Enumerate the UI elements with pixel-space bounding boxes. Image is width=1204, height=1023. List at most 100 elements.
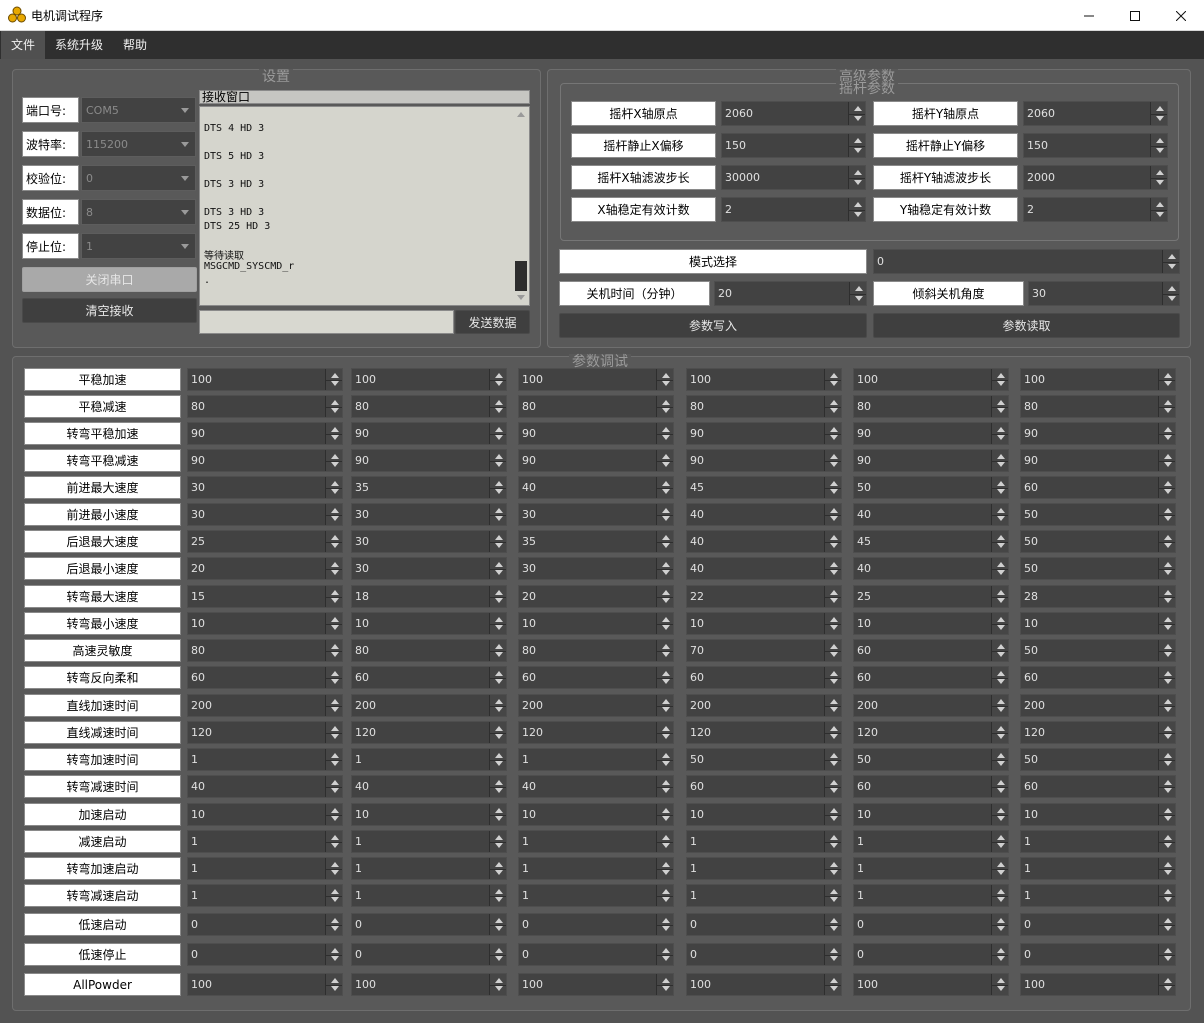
tuning-param-spinbox[interactable]: 90	[351, 422, 507, 445]
spin-up-icon[interactable]	[1156, 202, 1164, 207]
spin-down-icon[interactable]	[830, 381, 838, 386]
tuning-param-spinbox[interactable]: 1	[351, 884, 507, 907]
spin-down-icon[interactable]	[495, 516, 503, 521]
scroll-up-icon[interactable]	[517, 112, 525, 117]
tuning-param-spinbox[interactable]: 80	[686, 395, 842, 418]
tuning-param-spinbox[interactable]: 60	[686, 666, 842, 689]
spin-down-icon[interactable]	[830, 870, 838, 875]
spin-up-icon[interactable]	[495, 726, 503, 731]
tuning-param-spinbox[interactable]: 10	[518, 803, 674, 826]
spin-up-icon[interactable]	[830, 808, 838, 813]
tuning-param-spinbox[interactable]: 100	[187, 973, 343, 996]
tuning-param-spinbox[interactable]: 1	[1020, 830, 1176, 853]
spin-up-icon[interactable]	[830, 373, 838, 378]
tuning-param-spinbox[interactable]: 40	[686, 557, 842, 580]
tuning-param-spinbox[interactable]: 10	[351, 612, 507, 635]
tuning-param-spinbox[interactable]: 10	[1020, 803, 1176, 826]
spin-down-icon[interactable]	[830, 570, 838, 575]
tuning-param-spinbox[interactable]: 10	[187, 612, 343, 635]
tuning-param-spinbox[interactable]: 50	[1020, 503, 1176, 526]
spin-up-icon[interactable]	[662, 918, 670, 923]
spin-up-icon[interactable]	[854, 170, 862, 175]
spin-down-icon[interactable]	[830, 986, 838, 991]
tuning-param-spinbox[interactable]: 1	[351, 748, 507, 771]
spin-up-icon[interactable]	[830, 835, 838, 840]
spin-up-icon[interactable]	[1164, 481, 1172, 486]
tuning-param-spinbox[interactable]: 100	[187, 368, 343, 391]
tuning-param-spinbox[interactable]: 100	[518, 368, 674, 391]
spin-up-icon[interactable]	[662, 978, 670, 983]
tuning-param-spinbox[interactable]: 120	[853, 721, 1009, 744]
close-port-button[interactable]: 关闭串口	[22, 267, 197, 292]
spin-down-icon[interactable]	[662, 870, 670, 875]
spin-up-icon[interactable]	[1164, 427, 1172, 432]
spin-up-icon[interactable]	[495, 508, 503, 513]
tuning-param-spinbox[interactable]: 60	[187, 666, 343, 689]
spin-down-icon[interactable]	[830, 788, 838, 793]
spin-down-icon[interactable]	[1164, 986, 1172, 991]
tuning-param-spinbox[interactable]: 120	[518, 721, 674, 744]
spin-down-icon[interactable]	[1164, 598, 1172, 603]
tuning-param-spinbox[interactable]: 100	[686, 368, 842, 391]
spin-up-icon[interactable]	[1164, 780, 1172, 785]
spin-down-icon[interactable]	[830, 598, 838, 603]
spin-down-icon[interactable]	[495, 926, 503, 931]
tuning-param-spinbox[interactable]: 120	[686, 721, 842, 744]
tuning-param-spinbox[interactable]: 70	[686, 639, 842, 662]
spin-up-icon[interactable]	[331, 753, 339, 758]
spin-up-icon[interactable]	[1164, 918, 1172, 923]
spin-down-icon[interactable]	[495, 489, 503, 494]
spin-down-icon[interactable]	[1164, 788, 1172, 793]
spin-down-icon[interactable]	[495, 986, 503, 991]
spin-up-icon[interactable]	[331, 978, 339, 983]
spin-down-icon[interactable]	[331, 489, 339, 494]
spin-down-icon[interactable]	[1164, 543, 1172, 548]
spin-down-icon[interactable]	[830, 435, 838, 440]
tuning-param-spinbox[interactable]: 0	[1020, 913, 1176, 936]
spin-up-icon[interactable]	[495, 780, 503, 785]
spin-up-icon[interactable]	[662, 644, 670, 649]
spin-up-icon[interactable]	[997, 780, 1005, 785]
spin-up-icon[interactable]	[495, 889, 503, 894]
spin-down-icon[interactable]	[830, 926, 838, 931]
tuning-param-spinbox[interactable]: 100	[351, 368, 507, 391]
spin-up-icon[interactable]	[662, 726, 670, 731]
spin-down-icon[interactable]	[662, 652, 670, 657]
spin-down-icon[interactable]	[830, 516, 838, 521]
spin-up-icon[interactable]	[997, 978, 1005, 983]
tuning-param-spinbox[interactable]: 200	[853, 694, 1009, 717]
spin-up-icon[interactable]	[495, 948, 503, 953]
minimize-button[interactable]	[1066, 0, 1112, 31]
chevron-down-icon[interactable]	[181, 142, 189, 147]
chevron-down-icon[interactable]	[181, 244, 189, 249]
spin-up-icon[interactable]	[997, 617, 1005, 622]
spin-down-icon[interactable]	[997, 843, 1005, 848]
spin-down-icon[interactable]	[331, 679, 339, 684]
spin-down-icon[interactable]	[331, 408, 339, 413]
spin-up-icon[interactable]	[830, 508, 838, 513]
spin-down-icon[interactable]	[495, 543, 503, 548]
spin-up-icon[interactable]	[830, 889, 838, 894]
tuning-param-spinbox[interactable]: 45	[686, 476, 842, 499]
spin-up-icon[interactable]	[997, 671, 1005, 676]
tuning-param-spinbox[interactable]: 90	[187, 422, 343, 445]
spin-down-icon[interactable]	[997, 516, 1005, 521]
spin-down-icon[interactable]	[1164, 926, 1172, 931]
spin-down-icon[interactable]	[997, 598, 1005, 603]
spin-down-icon[interactable]	[331, 986, 339, 991]
clear-receive-button[interactable]: 清空接收	[22, 298, 197, 323]
spin-up-icon[interactable]	[331, 808, 339, 813]
spin-down-icon[interactable]	[997, 489, 1005, 494]
spin-up-icon[interactable]	[1164, 808, 1172, 813]
tuning-param-spinbox[interactable]: 0	[351, 913, 507, 936]
spin-up-icon[interactable]	[331, 780, 339, 785]
tuning-param-spinbox[interactable]: 0	[351, 943, 507, 966]
spin-down-icon[interactable]	[997, 986, 1005, 991]
spin-up-icon[interactable]	[1164, 400, 1172, 405]
spin-down-icon[interactable]	[662, 598, 670, 603]
spin-up-icon[interactable]	[662, 454, 670, 459]
tuning-param-spinbox[interactable]: 40	[686, 503, 842, 526]
spin-up-icon[interactable]	[662, 617, 670, 622]
joystick-param-spinbox[interactable]: 30000	[721, 165, 866, 190]
tuning-param-spinbox[interactable]: 0	[686, 913, 842, 936]
